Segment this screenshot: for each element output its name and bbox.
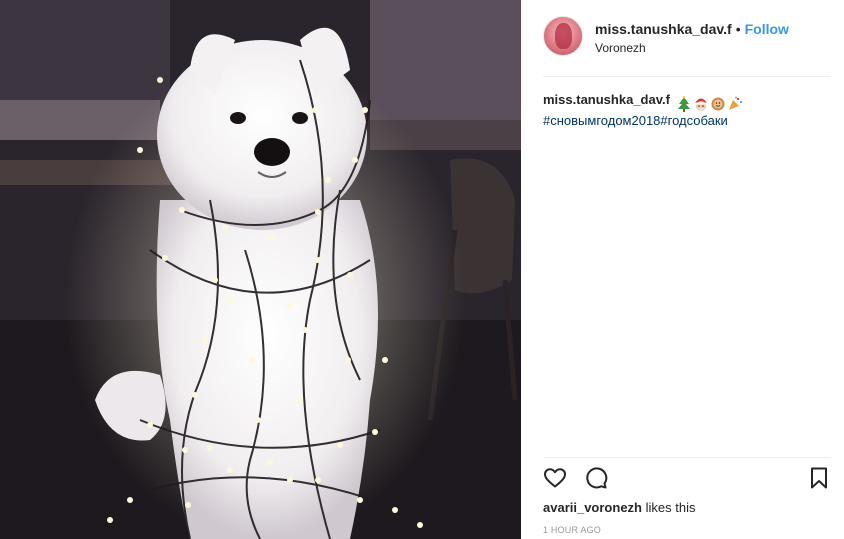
caption-username-link[interactable]: miss.tanushka_dav.f bbox=[543, 92, 670, 107]
header-user-line: miss.tanushka_dav.f • Follow bbox=[595, 21, 789, 37]
actions-divider bbox=[543, 457, 831, 458]
like-button[interactable] bbox=[543, 466, 569, 492]
liker-username-link[interactable]: avarii_voronezh bbox=[543, 500, 642, 515]
likes-suffix: likes this bbox=[642, 500, 696, 515]
caption-emojis bbox=[676, 94, 744, 112]
post-header: miss.tanushka_dav.f • Follow Voronezh bbox=[543, 16, 831, 60]
post-sidebar: miss.tanushka_dav.f • Follow Voronezh miss… bbox=[521, 0, 844, 539]
likes-line: avarii_voronezh likes this bbox=[543, 500, 695, 515]
header-divider bbox=[543, 76, 831, 77]
santa-emoji-icon bbox=[694, 98, 707, 111]
action-bar bbox=[543, 466, 831, 494]
caption: miss.tanushka_dav.f #сновымгодом2018#год… bbox=[543, 91, 833, 130]
comment-icon bbox=[586, 467, 608, 489]
party-popper-emoji-icon bbox=[728, 96, 742, 110]
heart-icon bbox=[544, 468, 566, 488]
location-link[interactable]: Voronezh bbox=[595, 41, 646, 55]
separator-dot: • bbox=[735, 21, 741, 37]
bookmark-icon bbox=[811, 467, 827, 489]
save-button[interactable] bbox=[807, 466, 833, 492]
post-photo[interactable] bbox=[0, 0, 521, 539]
christmas-tree-emoji-icon bbox=[677, 95, 690, 112]
username-link[interactable]: miss.tanushka_dav.f bbox=[595, 21, 732, 37]
post-timestamp[interactable]: 1 HOUR AGO bbox=[543, 525, 601, 535]
dog-photo-image bbox=[0, 0, 521, 539]
avatar[interactable] bbox=[543, 16, 583, 56]
follow-button[interactable]: Follow bbox=[745, 21, 789, 37]
comment-button[interactable] bbox=[584, 466, 610, 492]
gingerbread-emoji-icon bbox=[711, 97, 725, 111]
caption-hashtags[interactable]: #сновымгодом2018#годсобаки bbox=[543, 113, 728, 128]
